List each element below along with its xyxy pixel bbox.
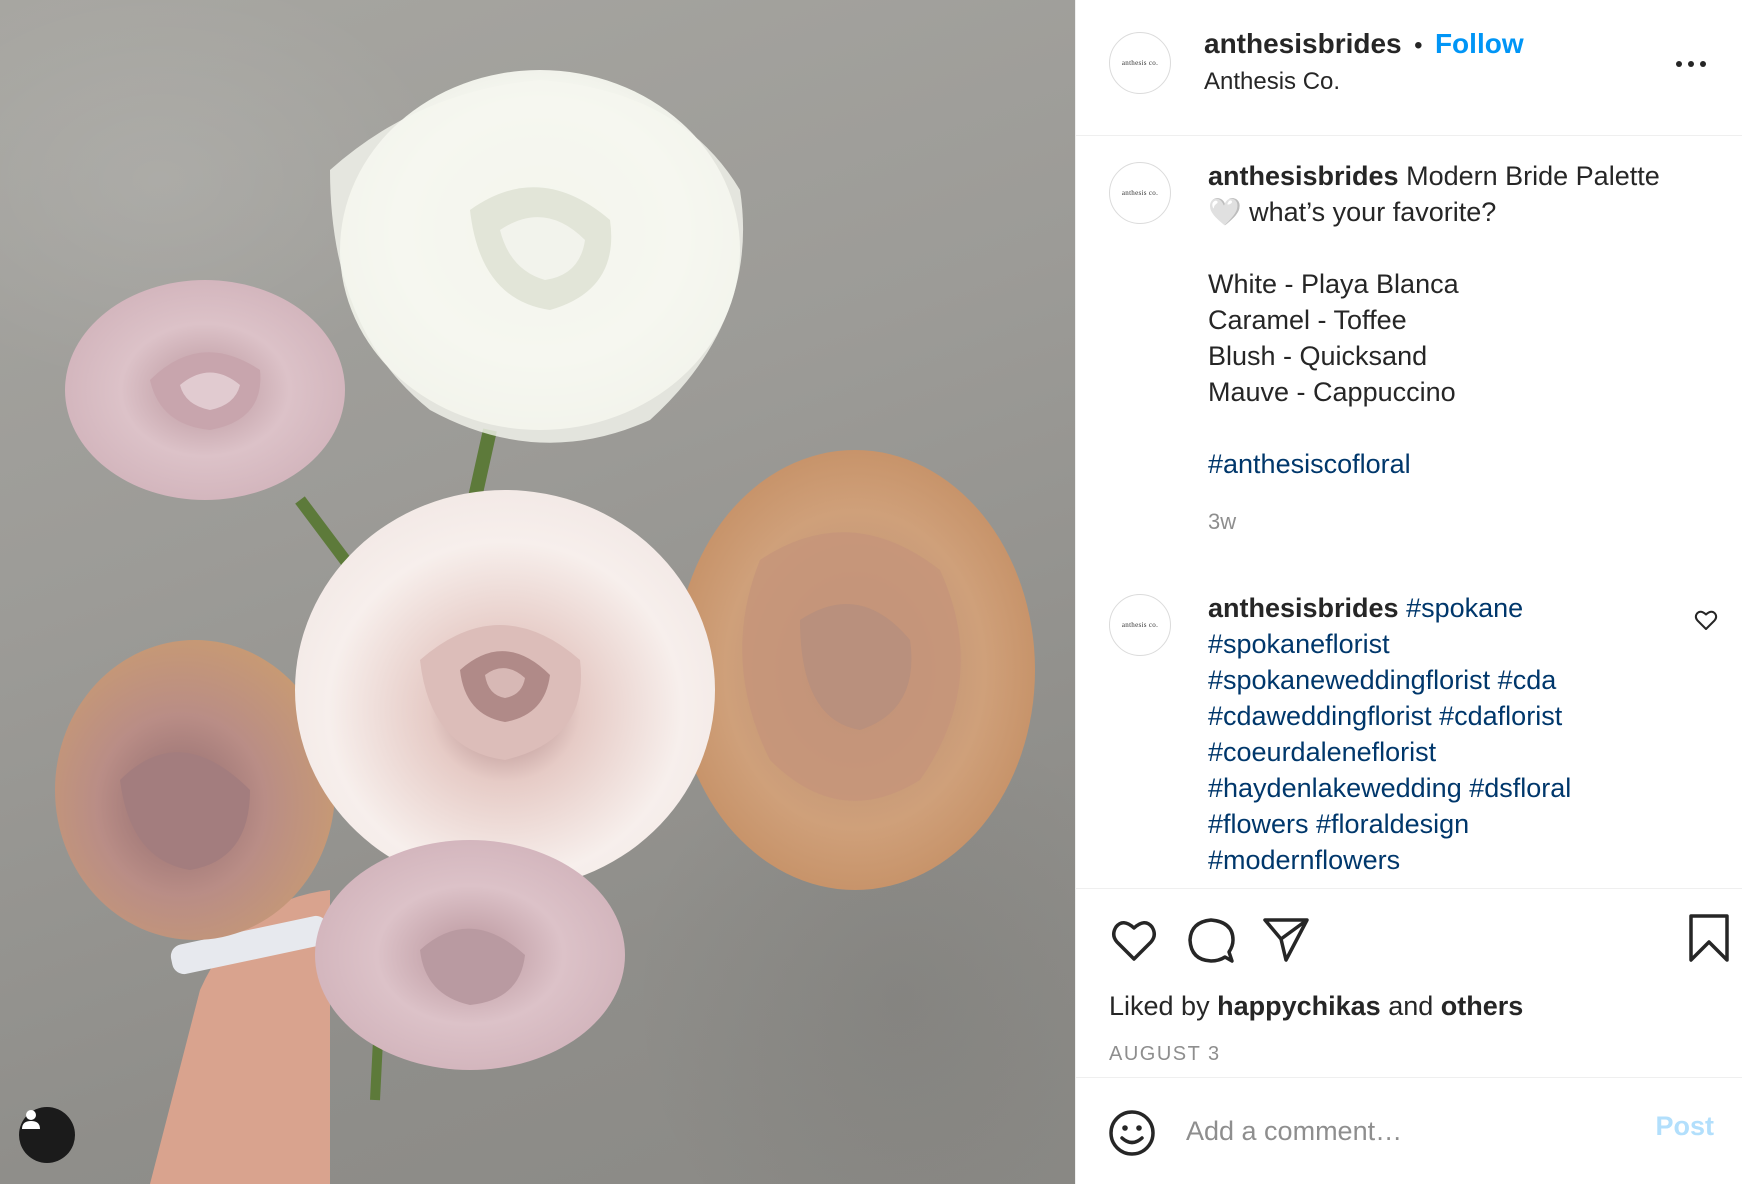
likes-user[interactable]: happychikas	[1217, 991, 1381, 1021]
post-actions: Liked by happychikas and others AUGUST 3	[1076, 888, 1742, 1079]
comment-first-line: anthesisbrides #spokane	[1208, 590, 1648, 626]
comment-hashtags[interactable]: #modernflowers	[1208, 842, 1648, 878]
post-date[interactable]: AUGUST 3	[1109, 1043, 1221, 1066]
tagged-users-button[interactable]	[19, 1107, 75, 1163]
like-button[interactable]	[1109, 915, 1159, 965]
caption-avatar[interactable]: anthesis co.	[1109, 162, 1171, 224]
comment-icon	[1188, 918, 1235, 963]
roses-bouquet-illustration	[55, 70, 1035, 1184]
post-header: anthesis co. anthesisbrides • Follow Ant…	[1076, 0, 1742, 136]
comment-button[interactable]	[1186, 915, 1236, 965]
bookmark-icon	[1689, 914, 1729, 962]
likes-prefix: Liked by	[1109, 991, 1210, 1021]
comment-hashtags[interactable]: #cdaweddingflorist #cdaflorist	[1208, 698, 1648, 734]
more-options-button[interactable]	[1676, 46, 1712, 82]
comments-list[interactable]: anthesis co. anthesisbrides Modern Bride…	[1076, 136, 1742, 888]
share-icon	[1263, 918, 1309, 962]
avatar-logo-text: anthesis co.	[1121, 189, 1159, 197]
more-icon	[1676, 61, 1706, 67]
comment-composer: Post	[1076, 1077, 1742, 1185]
heart-icon	[1112, 921, 1156, 961]
likes-others[interactable]: others	[1441, 991, 1524, 1021]
comment-avatar[interactable]: anthesis co.	[1109, 594, 1171, 656]
palette-item: White - Playa Blanca	[1208, 269, 1459, 299]
palette-item: Mauve - Cappuccino	[1208, 377, 1456, 407]
palette-item: Blush - Quicksand	[1208, 341, 1428, 371]
user-icon	[22, 1110, 40, 1129]
caption-question: 🤍 what’s your favorite?	[1208, 197, 1497, 227]
save-button[interactable]	[1684, 911, 1734, 965]
caption: anthesisbrides Modern Bride Palette 🤍 wh…	[1208, 158, 1708, 540]
caption-title: Modern Bride Palette	[1406, 161, 1660, 191]
comment-input[interactable]	[1186, 1108, 1626, 1154]
comment-username[interactable]: anthesisbrides	[1208, 593, 1399, 623]
comment: anthesisbrides #spokane #spokaneflorist …	[1208, 590, 1648, 878]
avatar-logo-text: anthesis co.	[1121, 621, 1159, 629]
caption-timestamp[interactable]: 3w	[1208, 504, 1708, 540]
share-button[interactable]	[1261, 915, 1311, 965]
caption-first-line: anthesisbrides Modern Bride Palette	[1208, 158, 1708, 194]
post-comment-button[interactable]: Post	[1655, 1111, 1714, 1142]
comment-like-button[interactable]	[1692, 606, 1720, 634]
separator-dot: •	[1414, 32, 1423, 59]
post-image[interactable]	[0, 0, 1075, 1184]
instagram-post-view: anthesis co. anthesisbrides • Follow Ant…	[0, 0, 1742, 1184]
heart-icon	[1694, 610, 1718, 630]
avatar-logo-text: anthesis co.	[1121, 59, 1159, 67]
likes-summary: Liked by happychikas and others	[1109, 991, 1523, 1022]
emoji-icon	[1109, 1110, 1155, 1156]
emoji-button[interactable]	[1107, 1108, 1157, 1158]
post-details-panel: anthesis co. anthesisbrides • Follow Ant…	[1075, 0, 1742, 1184]
follow-button[interactable]: Follow	[1435, 28, 1524, 59]
comment-hashtags[interactable]: #spokaneweddingflorist #cda	[1208, 662, 1648, 698]
caption-username[interactable]: anthesisbrides	[1208, 161, 1399, 191]
comment-hashtags[interactable]: #spokaneflorist	[1208, 626, 1648, 662]
comment-hashtags[interactable]: #coeurdaleneflorist	[1208, 734, 1648, 770]
likes-and: and	[1388, 991, 1434, 1021]
author-info: anthesisbrides • Follow Anthesis Co.	[1204, 28, 1524, 96]
author-display-name[interactable]: Anthesis Co.	[1204, 68, 1524, 96]
palette-item: Caramel - Toffee	[1208, 305, 1407, 335]
comment-hashtags[interactable]: #flowers #floraldesign	[1208, 806, 1648, 842]
caption-hashtag[interactable]: #anthesiscofloral	[1208, 446, 1708, 482]
comment-hashtags[interactable]: #haydenlakewedding #dsfloral	[1208, 770, 1648, 806]
comment-hashtags[interactable]: #spokane	[1406, 593, 1523, 623]
author-username[interactable]: anthesisbrides	[1204, 28, 1402, 59]
author-avatar[interactable]: anthesis co.	[1109, 32, 1171, 94]
